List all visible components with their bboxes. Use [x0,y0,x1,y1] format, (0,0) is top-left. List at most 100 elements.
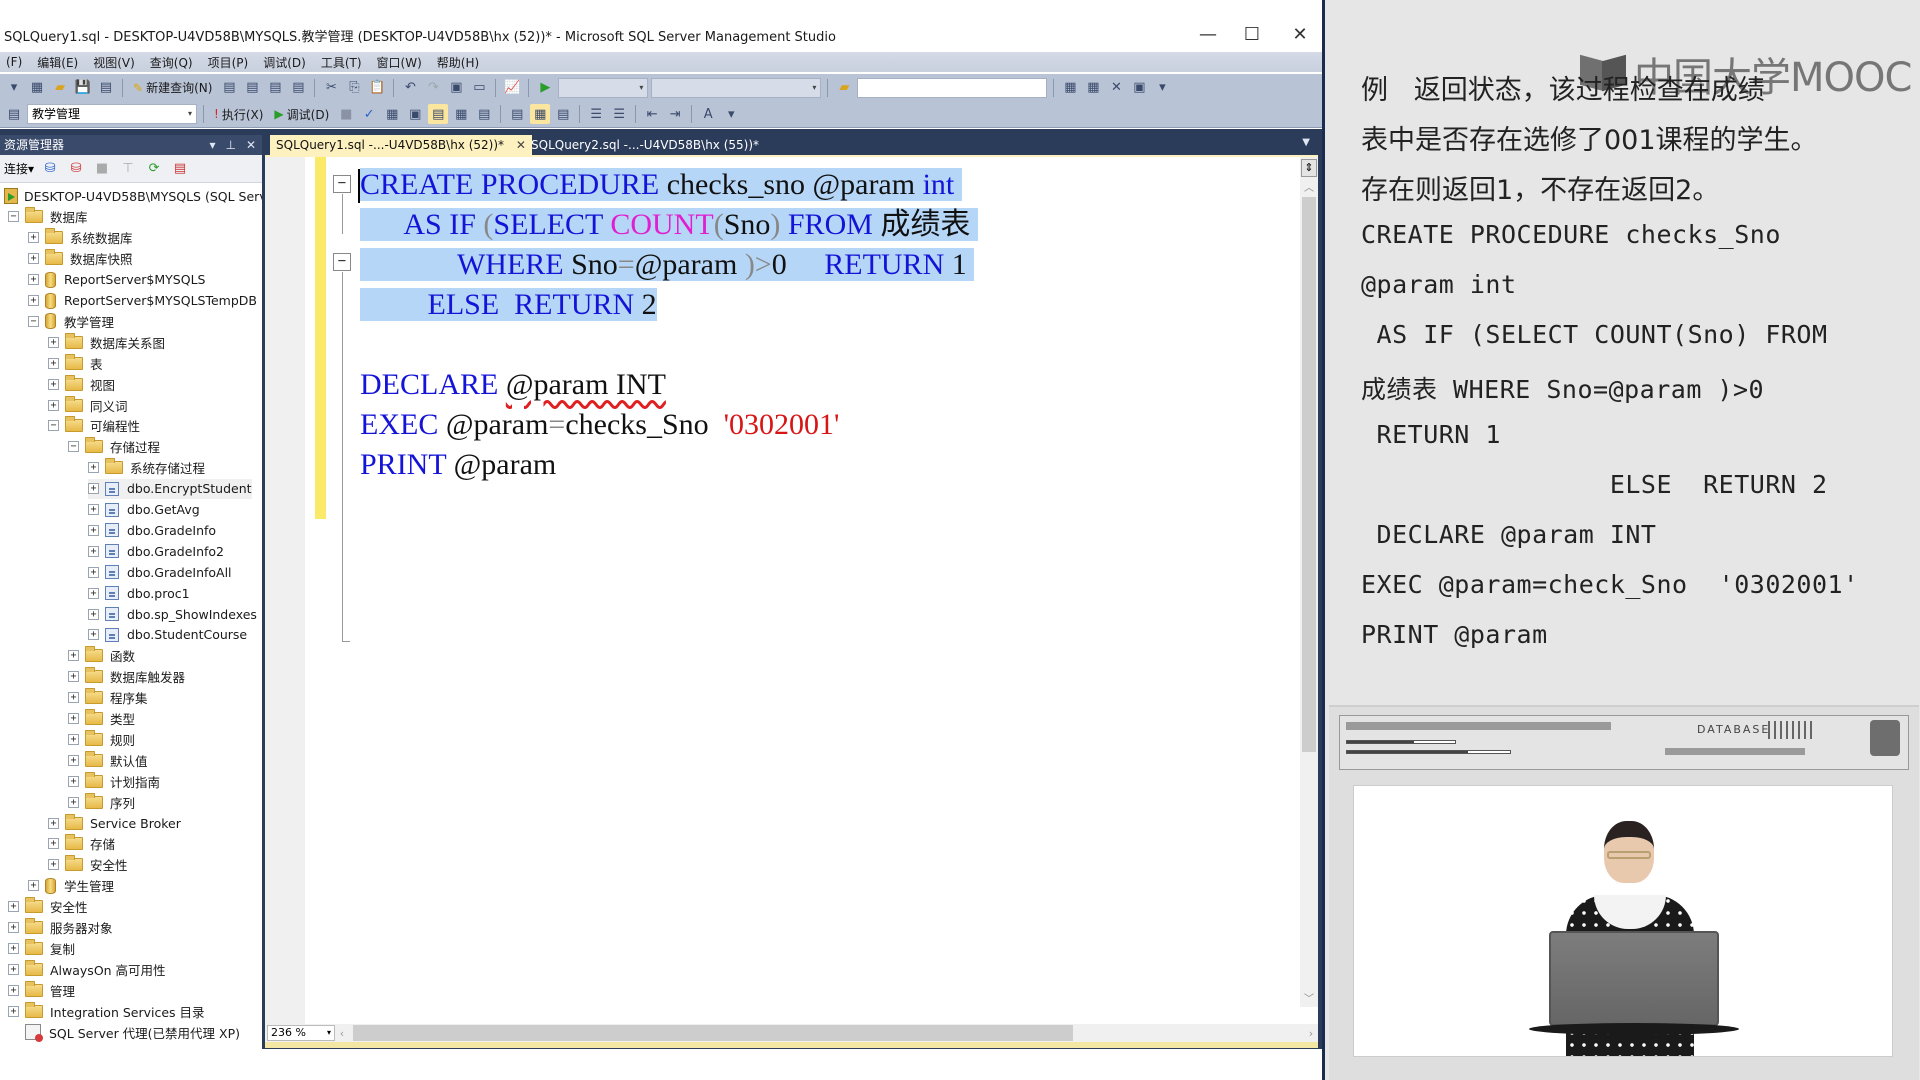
results-grid-icon[interactable]: ▦ [530,104,551,124]
expand-icon[interactable]: + [68,733,79,745]
pin-icon[interactable]: ⊥ [225,135,235,155]
registered-servers-icon[interactable]: ▦ [1060,78,1080,98]
dmx-query-icon[interactable]: ▤ [265,78,285,98]
disconnect-icon[interactable]: ⛁ [66,159,86,179]
open-file-icon[interactable]: ▰ [50,78,70,98]
scroll-thumb[interactable] [1302,197,1316,752]
expand-icon[interactable]: + [48,357,59,369]
collapse-icon[interactable]: − [68,441,79,453]
expand-icon[interactable]: + [68,671,79,683]
back-icon[interactable]: ▾ [4,78,24,98]
close-icon[interactable]: ✕ [246,135,256,155]
tree-item[interactable]: + 安全性 [8,897,88,917]
tree-item[interactable]: + dbo.GradeInfo2 [88,541,224,561]
tree-item[interactable]: + dbo.GradeInfo [88,520,216,540]
expand-icon[interactable]: + [8,984,19,996]
code-area[interactable]: CREATE PROCEDURE checks_sno @param int A… [360,165,978,485]
specify-values-icon[interactable]: A [698,104,718,124]
redo-icon[interactable]: ↷ [423,78,443,98]
expand-icon[interactable]: + [48,859,59,871]
increase-indent-icon[interactable]: ⇥ [665,104,685,124]
connect-icon[interactable]: ⛁ [40,159,60,179]
expand-icon[interactable]: + [68,754,79,766]
maximize-button[interactable]: ☐ [1232,20,1272,50]
database-select[interactable]: 教学管理 ▾ [27,104,197,124]
menu-query[interactable]: 查询(Q) [144,54,202,71]
toolbar-options-icon[interactable]: ▾ [1152,78,1172,98]
expand-icon[interactable]: + [28,880,39,892]
tree-item[interactable]: + 程序集 [68,688,148,708]
paste-icon[interactable]: 📋 [367,78,387,98]
menu-tools[interactable]: 工具(T) [315,54,371,71]
filter-icon[interactable]: ⊤ [118,159,138,179]
tab-sqlquery2[interactable]: SQLQuery2.sql -...-U4VD58B\hx (55))* [525,135,765,155]
tree-item[interactable]: + 默认值 [68,750,148,770]
minimize-button[interactable]: — [1188,20,1228,50]
tree-item[interactable]: + 序列 [68,792,135,812]
tree-item[interactable]: + 计划指南 [68,771,160,791]
expand-icon[interactable]: + [28,253,39,265]
tree-item[interactable]: + 学生管理 [28,876,114,896]
xmla-query-icon[interactable]: ▤ [288,78,308,98]
save-icon[interactable]: 💾 [73,78,93,98]
expand-icon[interactable]: + [8,963,19,975]
chevron-down-icon[interactable]: ▼ [1302,137,1310,148]
tree-item[interactable]: + AlwaysOn 高可用性 [8,959,166,979]
close-button[interactable]: ✕ [1280,20,1320,50]
expand-icon[interactable]: + [48,378,59,390]
refresh-icon[interactable]: ⟳ [144,159,164,179]
client-stats-icon[interactable]: ▤ [474,104,494,124]
expand-icon[interactable]: + [8,942,19,954]
connect-dropdown[interactable]: 连接▾ [4,160,34,177]
vertical-scrollbar[interactable]: ⇕ ︿ ﹀ [1300,157,1318,1007]
menu-edit[interactable]: 编辑(E) [31,54,87,71]
scroll-down-icon[interactable]: ﹀ [1300,990,1318,1005]
expand-icon[interactable]: + [68,650,79,662]
menu-debug[interactable]: 调试(D) [257,54,315,71]
new-query-button[interactable]: ✎ 新建查询(N) [129,79,216,96]
platform-combo[interactable]: ▾ [651,77,822,98]
expand-icon[interactable]: + [8,922,19,933]
query-designer-icon[interactable]: ▣ [405,104,425,124]
mdx-query-icon[interactable]: ▤ [242,78,262,98]
comment-icon[interactable]: ☰ [586,104,606,124]
menu-window[interactable]: 窗口(W) [371,54,431,71]
tree-item[interactable]: + ReportServer$MYSQLS [28,270,205,290]
results-file-icon[interactable]: ▤ [553,104,573,124]
expand-icon[interactable]: + [88,608,99,620]
collapse-icon[interactable]: − [333,253,351,271]
decrease-indent-icon[interactable]: ⇤ [642,104,662,124]
tab-sqlquery1[interactable]: SQLQuery1.sql -...-U4VD58B\hx (52))* ✕ [270,135,532,155]
tree-item[interactable]: + 数据库快照 [28,249,133,269]
copy-icon[interactable]: ⎘ [344,78,364,98]
tree-item[interactable]: + 服务器对象 [8,918,113,938]
find-input[interactable] [857,77,1048,98]
object-explorer-icon[interactable]: ▦ [1083,78,1103,98]
tree-item[interactable]: − 存储过程 [68,437,160,457]
tree-item[interactable]: + dbo.proc1 [88,583,190,603]
expand-icon[interactable]: + [48,399,59,411]
chevron-down-icon[interactable]: ▾ [209,135,215,155]
expand-icon[interactable]: + [68,796,79,808]
tree-item[interactable]: + Integration Services 目录 [8,1001,205,1021]
scroll-thumb[interactable] [353,1025,1073,1041]
tree-item[interactable]: + dbo.GradeInfoAll [88,562,232,582]
collapse-icon[interactable]: − [48,420,59,432]
expand-icon[interactable]: + [88,504,99,515]
tree-item[interactable]: + 同义词 [48,395,128,415]
expand-icon[interactable]: + [48,838,59,850]
scroll-up-icon[interactable]: ︿ [1300,179,1318,194]
db-engine-query-icon[interactable]: ▤ [219,78,239,98]
cancel-query-icon[interactable]: ■ [336,104,356,124]
tree-item[interactable]: + dbo.EncryptStudent [88,478,252,499]
tree-item[interactable]: + 系统数据库 [28,228,133,248]
tree-item[interactable]: − 可编程性 [48,416,140,436]
start-icon[interactable]: ▶ [535,78,555,98]
expand-icon[interactable]: + [48,336,59,348]
expand-icon[interactable]: + [88,483,99,495]
activity-monitor-icon[interactable]: 📈 [502,78,522,98]
collapse-icon[interactable]: − [8,211,19,223]
expand-icon[interactable]: + [28,232,39,244]
parse-icon[interactable]: ✓ [359,104,379,124]
menu-help[interactable]: 帮助(H) [431,54,488,71]
